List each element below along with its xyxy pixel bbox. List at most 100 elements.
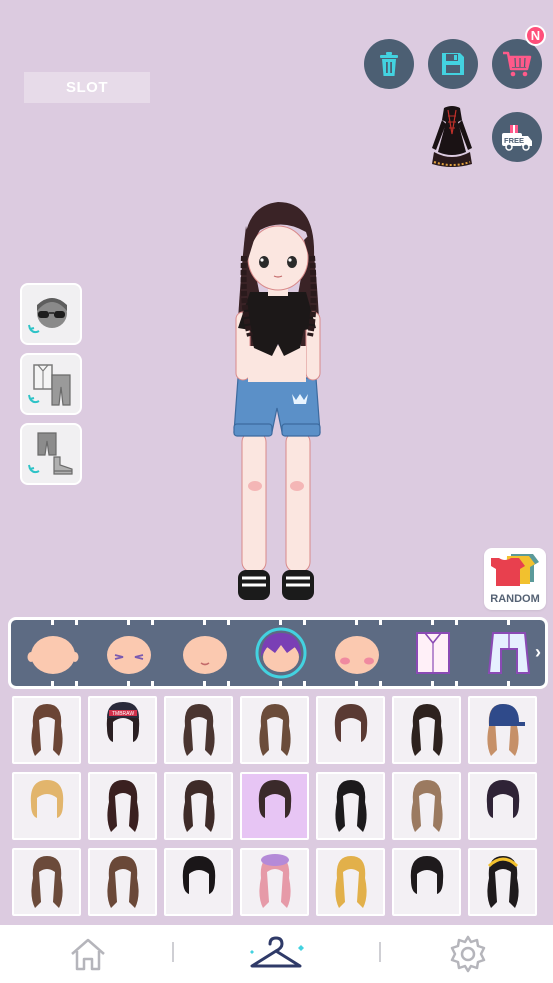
hair-style-item[interactable] [240,696,309,764]
delete-button[interactable] [364,39,414,89]
slot-button[interactable]: SLOT [24,72,150,103]
clothes-toggle[interactable] [20,353,82,415]
hair-style-item[interactable] [164,696,233,764]
hair-style-item[interactable] [164,772,233,840]
hair-style-item[interactable] [316,696,385,764]
divider-tick [203,681,206,689]
free-label: FREE [504,136,524,145]
divider-tick [151,681,154,689]
divider-tick [279,617,282,625]
shop-cart-button[interactable] [492,39,542,89]
face-sunglasses-icon [28,298,67,334]
hair-style-item[interactable]: TMBRAW [88,696,157,764]
hairstyle-icon: TMBRAW [106,702,139,742]
hairstyle-icon [258,704,291,756]
divider-tick [279,681,282,689]
divider-tick [75,617,78,625]
hair-style-item[interactable] [316,772,385,840]
random-shirts-icon [491,554,539,586]
category-mouth[interactable] [177,628,233,678]
chevron-right-icon[interactable]: › [535,642,541,663]
divider-tick [151,617,154,625]
cart-icon [503,51,532,77]
hairstyle-icon [410,780,443,832]
hairstyle-icon [30,780,63,818]
pants-shoes-toggle[interactable] [20,423,82,485]
divider-tick [75,681,78,689]
divider-tick [303,681,306,689]
hairstyle-icon [30,856,63,908]
hair-style-item[interactable] [468,772,537,840]
hair-style-item[interactable] [468,696,537,764]
hairstyle-icon [30,704,63,756]
category-eyes[interactable] [101,628,157,678]
nav-divider [379,942,381,962]
bottom-navigation [0,925,553,983]
hair-style-item[interactable] [240,772,309,840]
hair-style-item[interactable] [240,848,309,916]
hair-style-item[interactable] [392,772,461,840]
hair-style-item[interactable] [12,696,81,764]
divider-tick [51,681,54,689]
eyes-icon [107,636,151,674]
hair-icon [255,627,307,679]
nav-wardrobe[interactable] [246,933,306,975]
divider-tick [431,681,434,689]
divider-tick [379,617,382,625]
hairstyle-icon [106,780,139,832]
hair-style-item[interactable] [316,848,385,916]
hairstyle-icon [486,856,519,908]
character-avatar [233,202,321,600]
hair-style-item[interactable] [88,772,157,840]
dressup-stage: SLOT N FREE RANDOM › TMBRAW [0,0,553,925]
random-outfit-button[interactable]: RANDOM [484,548,546,610]
hairstyle-icon [410,704,443,756]
hair-style-item[interactable] [12,848,81,916]
divider-tick [127,681,130,689]
category-bar: › [8,617,548,689]
divider-tick [455,617,458,625]
hair-style-item[interactable] [164,848,233,916]
hairstyle-icon [334,856,367,908]
hairstyle-icon [182,780,215,832]
face-accessory-toggle[interactable] [20,283,82,345]
wardrobe-hanger-icon [250,936,304,968]
hairstyle-icon [334,704,367,742]
hairstyle-icon [486,704,525,756]
hair-style-item[interactable] [392,696,461,764]
category-jacket[interactable] [481,628,537,678]
hair-style-item[interactable] [12,772,81,840]
hairstyle-icon [410,856,443,894]
save-button[interactable] [428,39,478,89]
divider-tick [507,617,510,625]
hairstyle-icon [334,780,367,832]
divider-tick [379,681,382,689]
category-blush[interactable] [329,628,385,678]
blush-icon [335,636,379,674]
hair-style-item[interactable] [392,848,461,916]
nav-home[interactable] [58,933,118,975]
outfit-preview-dress[interactable] [424,104,480,170]
category-face[interactable] [25,628,81,678]
new-badge: N [525,25,546,46]
settings-gear-icon [450,935,486,973]
hairstyle-icon [258,780,291,818]
home-icon [71,938,105,971]
free-gift-button[interactable]: FREE [492,112,542,162]
shirt-icon [416,632,450,674]
nav-divider [172,942,174,962]
category-hair[interactable] [253,627,309,679]
divider-tick [431,617,434,625]
hair-style-item[interactable] [88,848,157,916]
category-top[interactable] [405,628,461,678]
hair-style-item[interactable] [468,848,537,916]
divider-tick [303,617,306,625]
divider-tick [455,681,458,689]
shirt-pants-icon [28,364,71,406]
trash-icon [380,52,398,76]
divider-tick [355,681,358,689]
save-icon [442,53,464,75]
nav-settings[interactable] [438,933,498,975]
divider-tick [51,617,54,625]
cap-text: TMBRAW [112,711,134,717]
